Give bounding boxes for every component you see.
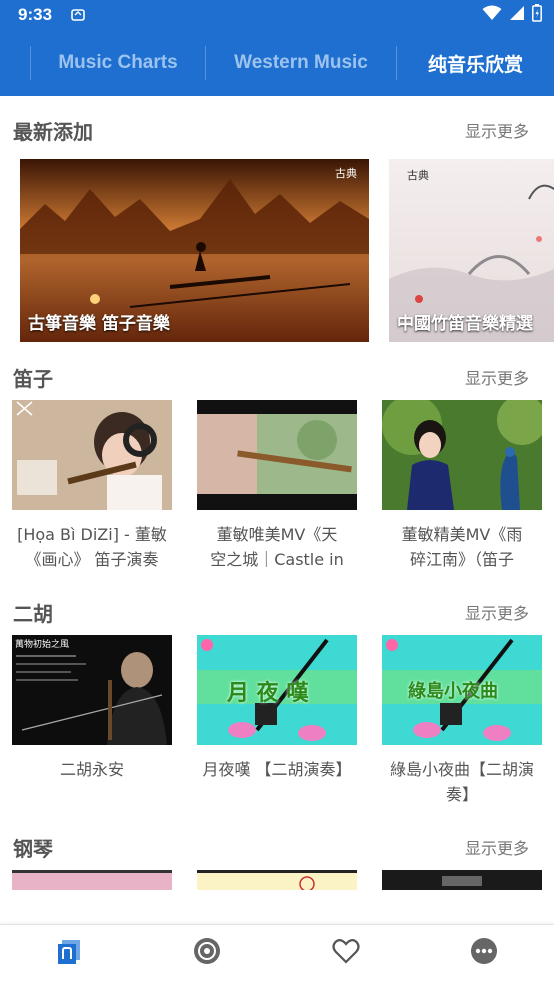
video-title[interactable]: 董敏精美MV《雨 碎江南》（笛子 xyxy=(376,522,548,572)
show-more-link[interactable]: 显示更多 xyxy=(465,118,529,142)
featured-card[interactable]: 古典 古箏音樂 笛子音樂 xyxy=(20,159,369,342)
featured-caption: 中國竹笛音樂精選 xyxy=(397,314,533,334)
video-title-line: 董敏精美MV《雨 xyxy=(401,525,523,544)
library-icon xyxy=(56,938,82,968)
video-thumbnail[interactable] xyxy=(197,400,357,510)
tab-western-music[interactable]: Western Music xyxy=(206,30,396,96)
featured-caption: 古箏音樂 笛子音樂 xyxy=(28,314,170,334)
notification-icon xyxy=(70,7,86,23)
video-title[interactable]: [Họa Bì DiZi] - 董敏 《画心》 笛子演奏 xyxy=(6,522,178,572)
bottom-navigation xyxy=(0,924,554,984)
video-title-line: [Họa Bì DiZi] - 董敏 xyxy=(17,525,167,544)
heart-icon xyxy=(332,938,360,968)
signal-icon xyxy=(509,5,525,25)
video-title-line: 二胡永安 xyxy=(59,760,124,779)
video-thumbnail[interactable] xyxy=(12,870,172,890)
nav-more[interactable] xyxy=(466,935,502,971)
show-more-link[interactable]: 显示更多 xyxy=(465,600,529,624)
show-more-link[interactable]: 显示更多 xyxy=(465,835,529,859)
nav-favorites[interactable] xyxy=(328,935,364,971)
video-title-line: 綠島小夜曲【二胡演 xyxy=(389,760,534,779)
battery-icon xyxy=(532,4,542,26)
section-header-latest: 最新添加 显示更多 xyxy=(0,112,554,146)
video-title-line: 《画心》 笛子演奏 xyxy=(25,550,159,569)
section-header-erhu: 二胡 显示更多 xyxy=(0,594,554,628)
video-title-line: 月夜嘆 【二胡演奏】 xyxy=(202,760,352,779)
video-title[interactable]: 二胡永安 xyxy=(6,757,178,782)
video-thumbnail[interactable] xyxy=(197,870,357,890)
video-title-line: 空之城｜Castle in xyxy=(210,550,344,569)
status-time: 9:33 xyxy=(18,5,53,24)
thumbnail-text: 萬物初始之風 xyxy=(15,640,70,650)
video-thumbnail[interactable]: 月 夜 嘆 xyxy=(197,635,357,745)
video-title-line: 奏】 xyxy=(445,785,478,804)
section-title: 笛子 xyxy=(13,367,53,391)
disc-icon xyxy=(193,937,221,969)
thumbnail-text: 月 夜 嘆 xyxy=(227,681,309,706)
nav-discover[interactable] xyxy=(189,935,225,971)
tab-music-charts[interactable]: Music Charts xyxy=(31,30,205,96)
nav-library[interactable] xyxy=(51,935,87,971)
wifi-icon xyxy=(482,5,502,25)
video-title-line: 碎江南》（笛子 xyxy=(409,550,514,569)
section-title: 最新添加 xyxy=(13,120,93,144)
category-tabs: Music Charts Western Music 纯音乐欣赏 xyxy=(0,30,554,96)
app-bar: 9:33 Music Charts Western Music 纯音乐欣赏 xyxy=(0,0,554,96)
section-header-piano: 钢琴 显示更多 xyxy=(0,829,554,863)
tab-pure-music[interactable]: 纯音乐欣赏 xyxy=(397,30,554,96)
featured-card[interactable]: 古典 中國竹笛音樂精選 xyxy=(389,159,554,342)
video-thumbnail[interactable]: 綠島小夜曲 xyxy=(382,635,542,745)
video-title[interactable]: 綠島小夜曲【二胡演 奏】 xyxy=(376,757,548,807)
video-title[interactable]: 董敏唯美MV《天 空之城｜Castle in xyxy=(191,522,363,572)
featured-badge: 古典 xyxy=(335,167,357,180)
more-icon xyxy=(470,937,498,969)
status-bar: 9:33 xyxy=(0,0,554,30)
thumbnail-text: 綠島小夜曲 xyxy=(408,681,498,702)
video-thumbnail[interactable] xyxy=(382,870,542,890)
video-thumbnail[interactable] xyxy=(382,400,542,510)
section-title: 钢琴 xyxy=(13,837,53,861)
section-header-dizi: 笛子 显示更多 xyxy=(0,359,554,393)
video-thumbnail[interactable]: 萬物初始之風 xyxy=(12,635,172,745)
video-title-line: 董敏唯美MV《天 xyxy=(216,525,338,544)
video-title[interactable]: 月夜嘆 【二胡演奏】 xyxy=(191,757,363,782)
show-more-link[interactable]: 显示更多 xyxy=(465,365,529,389)
featured-badge: 古典 xyxy=(407,169,429,182)
section-title: 二胡 xyxy=(13,602,53,626)
video-thumbnail[interactable] xyxy=(12,400,172,510)
